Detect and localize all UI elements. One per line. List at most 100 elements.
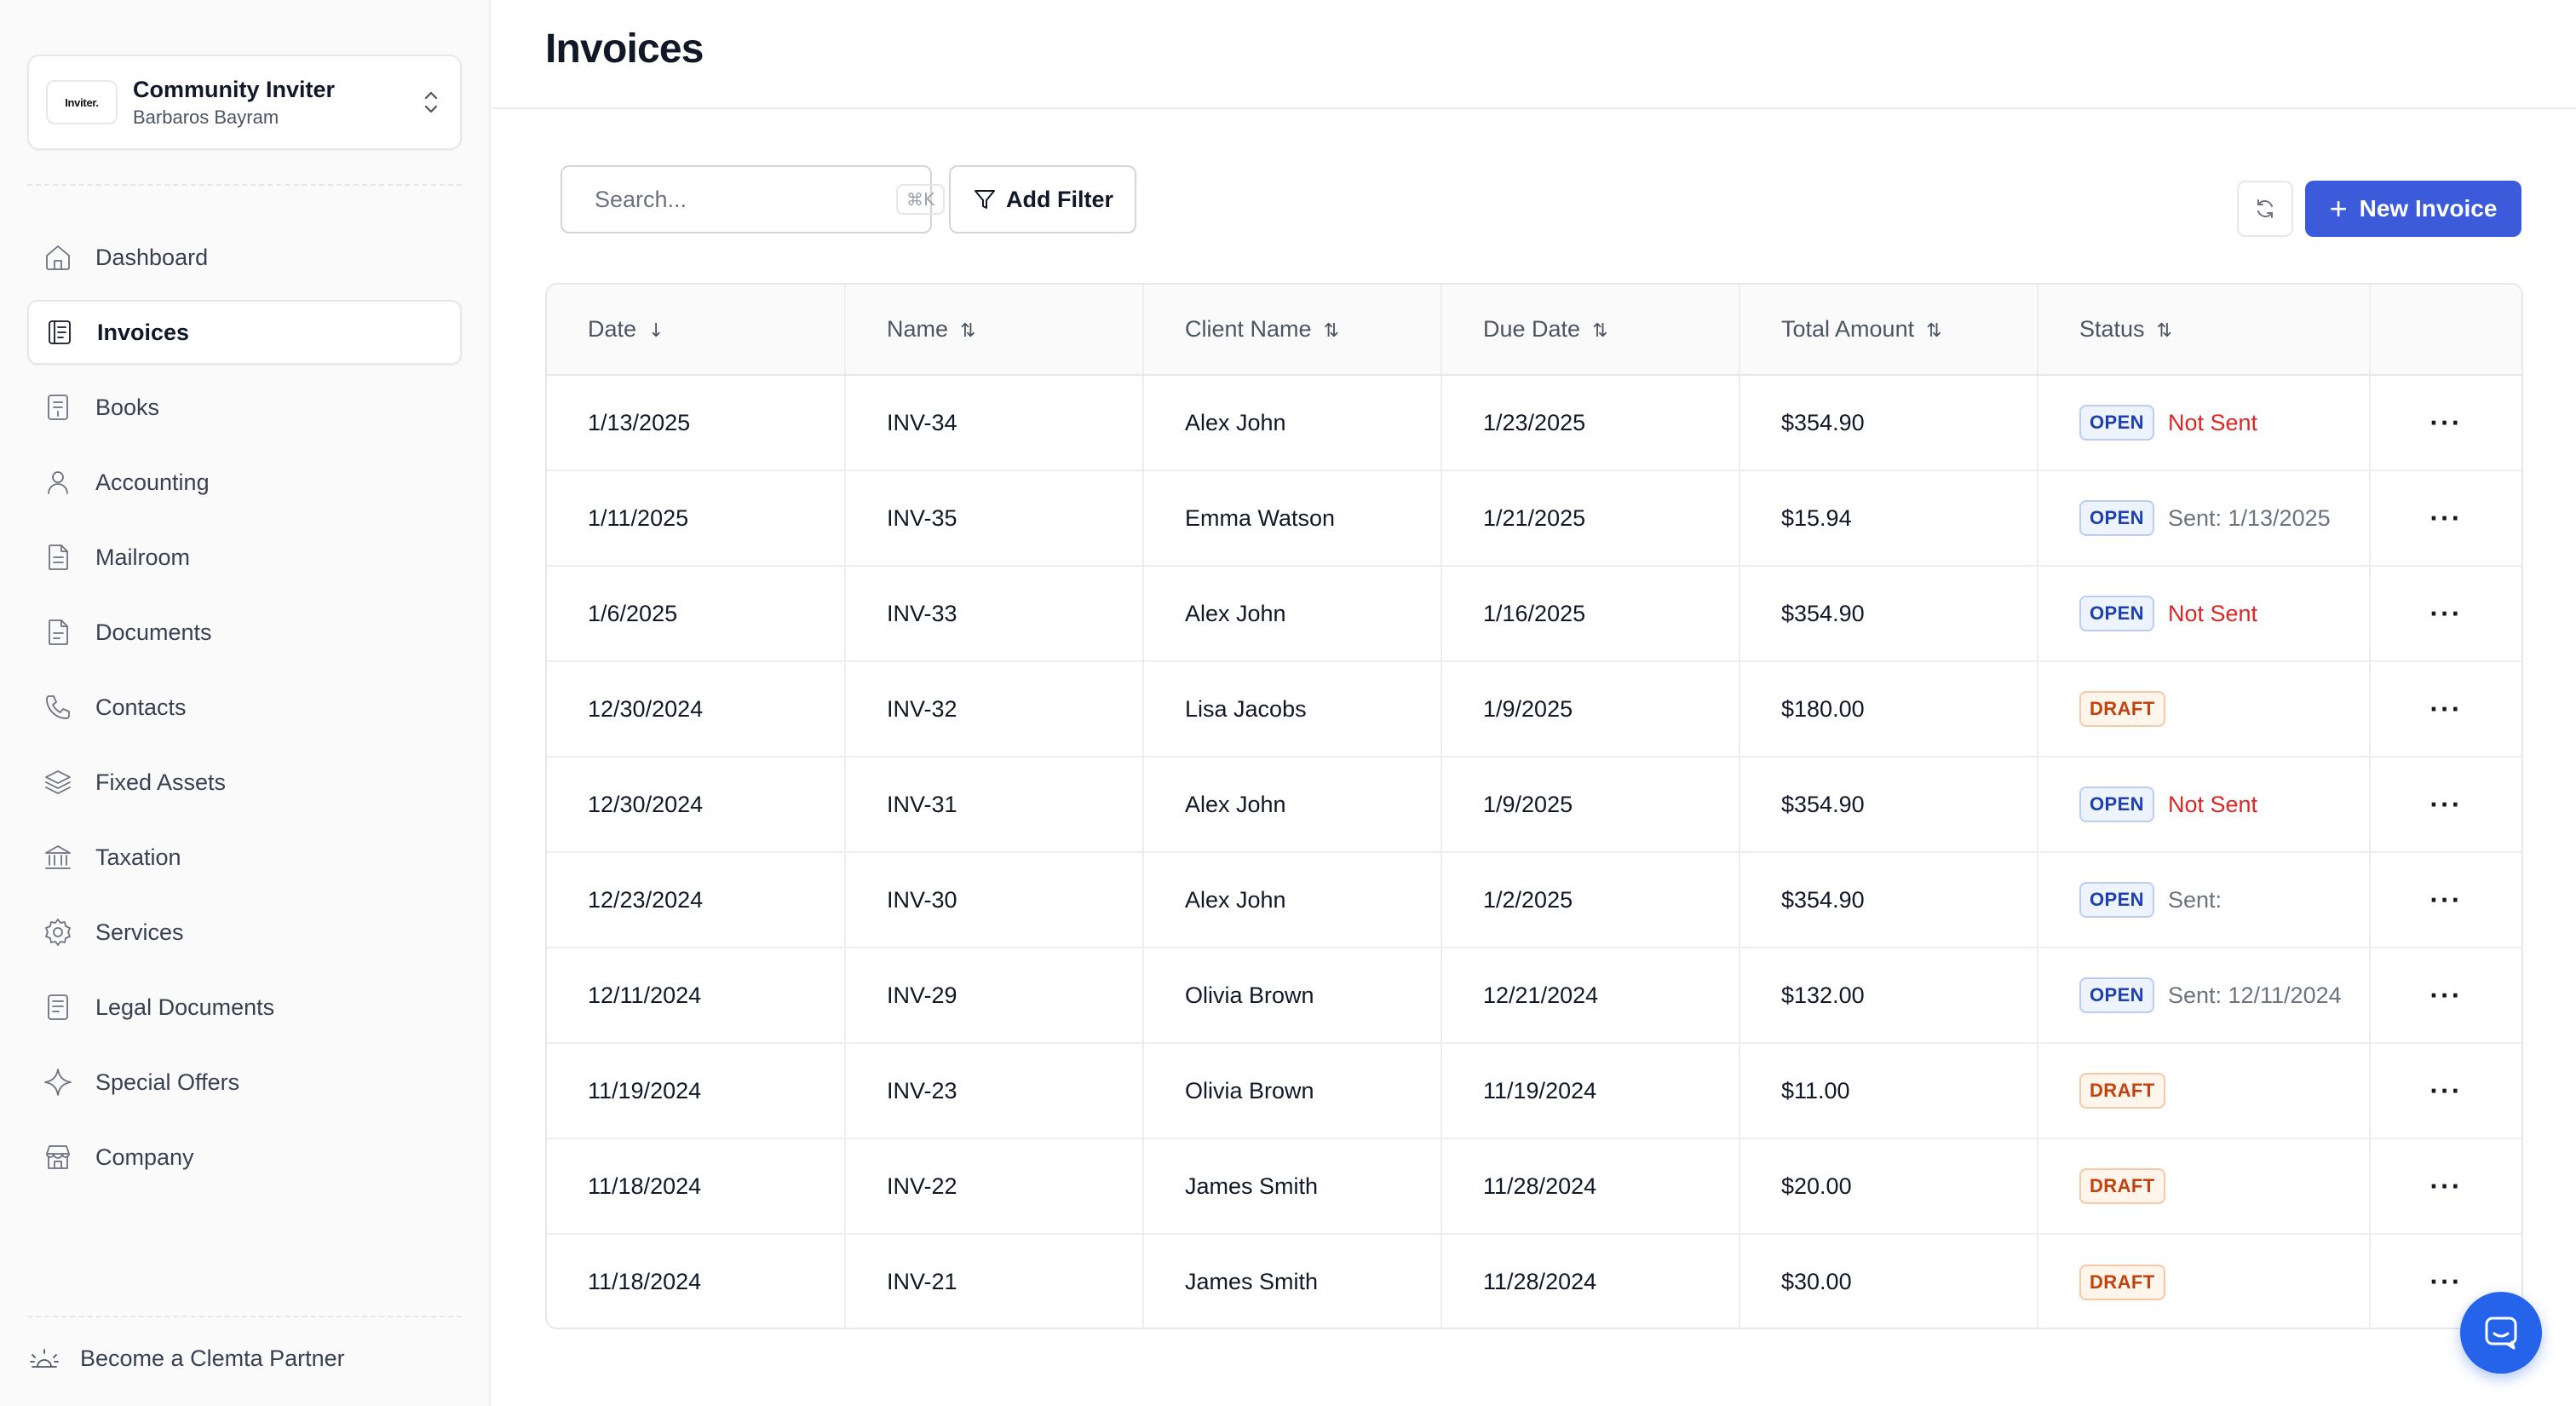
- sort-icon[interactable]: ↓: [648, 320, 664, 342]
- cell-due-date: 1/23/2025: [1441, 375, 1740, 471]
- column-header-status[interactable]: Status ⇅: [2038, 285, 2371, 376]
- cell-status: OPEN Not Sent: [2038, 566, 2371, 662]
- sidebar-item-taxation[interactable]: Taxation: [27, 825, 462, 890]
- sidebar-item-company[interactable]: Company: [27, 1125, 462, 1190]
- cell-client-name: James Smith: [1143, 1234, 1442, 1328]
- row-actions-button[interactable]: ···: [2370, 375, 2521, 471]
- search-box[interactable]: ⌘K: [561, 165, 946, 233]
- add-filter-button[interactable]: Add Filter: [949, 165, 1136, 233]
- row-actions-button[interactable]: ···: [2370, 566, 2521, 662]
- become-partner-link[interactable]: Become a Clemta Partner: [27, 1341, 345, 1375]
- cell-status: OPEN Not Sent: [2038, 375, 2371, 471]
- row-actions-button[interactable]: ···: [2370, 1043, 2521, 1139]
- org-logo: Inviter.: [46, 80, 118, 124]
- document-icon: [43, 617, 73, 648]
- column-header-total-amount[interactable]: Total Amount ⇅: [1739, 285, 2038, 376]
- sidebar-item-label: Documents: [95, 619, 212, 645]
- org-switcher[interactable]: Inviter. Community Inviter Barbaros Bayr…: [27, 55, 462, 150]
- new-invoice-button[interactable]: + New Invoice: [2305, 181, 2521, 237]
- row-actions-button[interactable]: ···: [2370, 852, 2521, 948]
- sidebar-item-special-offers[interactable]: Special Offers: [27, 1050, 462, 1115]
- cell-client-name: James Smith: [1143, 1138, 1442, 1235]
- column-header-label: Status: [2079, 316, 2145, 342]
- sidebar-item-fixed-assets[interactable]: Fixed Assets: [27, 750, 462, 815]
- sidebar-divider: [27, 1316, 462, 1317]
- sidebar-item-mailroom[interactable]: Mailroom: [27, 525, 462, 590]
- sidebar-item-documents[interactable]: Documents: [27, 600, 462, 665]
- row-actions-button[interactable]: ···: [2370, 1138, 2521, 1235]
- row-actions-button[interactable]: ···: [2370, 661, 2521, 758]
- search-shortcut: ⌘K: [896, 184, 946, 215]
- sidebar-item-legal-documents[interactable]: Legal Documents: [27, 975, 462, 1040]
- cell-client-name: Alex John: [1143, 852, 1442, 948]
- cell-total-amount: $354.90: [1739, 566, 2038, 662]
- cell-client-name: Olivia Brown: [1143, 948, 1442, 1044]
- cell-date: 12/11/2024: [547, 948, 846, 1044]
- cell-invoice-name: INV-29: [845, 948, 1144, 1044]
- sidebar-item-label: Dashboard: [95, 244, 209, 270]
- column-header-label: Client Name: [1185, 316, 1312, 342]
- add-filter-label: Add Filter: [1006, 186, 1113, 212]
- cell-invoice-name: INV-35: [845, 470, 1144, 567]
- cell-date: 11/18/2024: [547, 1234, 846, 1328]
- user-icon: [43, 467, 73, 498]
- sort-icon[interactable]: ⇅: [1592, 320, 1607, 342]
- chat-launcher-button[interactable]: [2460, 1292, 2542, 1374]
- table-row[interactable]: 12/11/2024 INV-29 Olivia Brown 12/21/2024 $1…: [547, 948, 2521, 1044]
- row-actions-button[interactable]: ···: [2370, 948, 2521, 1044]
- sort-icon[interactable]: ⇅: [960, 320, 975, 342]
- cell-status: DRAFT: [2038, 1138, 2371, 1235]
- table-row[interactable]: 11/18/2024 INV-21 James Smith 11/28/2024 $30…: [547, 1234, 2521, 1328]
- table-row[interactable]: 11/18/2024 INV-22 James Smith 11/28/2024 $20…: [547, 1138, 2521, 1235]
- sidebar-item-label: Special Offers: [95, 1069, 240, 1095]
- cell-due-date: 1/9/2025: [1441, 661, 1740, 758]
- sidebar-item-label: Fixed Assets: [95, 769, 227, 795]
- search-input[interactable]: [595, 186, 896, 213]
- refresh-button[interactable]: [2237, 181, 2293, 237]
- column-header-label: Name: [887, 316, 949, 342]
- cell-client-name: Lisa Jacobs: [1143, 661, 1442, 758]
- store-icon: [43, 1142, 73, 1173]
- sidebar-item-services[interactable]: Services: [27, 900, 462, 965]
- sidebar-item-books[interactable]: Books: [27, 375, 462, 440]
- table-row[interactable]: 1/13/2025 INV-34 Alex John 1/23/2025 $354.90…: [547, 375, 2521, 471]
- table-row[interactable]: 12/23/2024 INV-30 Alex John 1/2/2025 $354.90…: [547, 852, 2521, 948]
- sort-icon[interactable]: ⇅: [2157, 320, 2172, 342]
- layers-icon: [43, 767, 73, 798]
- cell-date: 12/30/2024: [547, 757, 846, 853]
- table-body: 1/13/2025 INV-34 Alex John 1/23/2025 $354.90…: [547, 375, 2521, 1328]
- cell-status: OPEN Sent: 12/11/2024: [2038, 948, 2371, 1044]
- sort-icon[interactable]: ⇅: [1926, 320, 1941, 342]
- sidebar-item-accounting[interactable]: Accounting: [27, 450, 462, 515]
- cell-date: 11/19/2024: [547, 1043, 846, 1139]
- cell-invoice-name: INV-34: [845, 375, 1144, 471]
- column-header-actions: [2370, 285, 2521, 376]
- column-header-label: Total Amount: [1781, 316, 1915, 342]
- table-row[interactable]: 11/19/2024 INV-23 Olivia Brown 11/19/2024 $1…: [547, 1043, 2521, 1139]
- sidebar-item-dashboard[interactable]: Dashboard: [27, 225, 462, 290]
- table-row[interactable]: 1/6/2025 INV-33 Alex John 1/16/2025 $354.90 O…: [547, 566, 2521, 662]
- sort-icon[interactable]: ⇅: [1324, 320, 1339, 342]
- status-badge: DRAFT: [2079, 1168, 2165, 1204]
- cell-client-name: Olivia Brown: [1143, 1043, 1442, 1139]
- cell-due-date: 1/9/2025: [1441, 757, 1740, 853]
- row-actions-button[interactable]: ···: [2370, 470, 2521, 567]
- table-row[interactable]: 12/30/2024 INV-32 Lisa Jacobs 1/9/2025 $180.…: [547, 661, 2521, 758]
- column-header-date[interactable]: Date ↓: [547, 285, 846, 376]
- status-badge: DRAFT: [2079, 1073, 2165, 1109]
- status-badge: DRAFT: [2079, 691, 2165, 727]
- sidebar-item-invoices[interactable]: Invoices: [27, 300, 462, 365]
- sidebar-item-contacts[interactable]: Contacts: [27, 675, 462, 740]
- sidebar-item-label: Invoices: [97, 319, 190, 345]
- row-actions-button[interactable]: ···: [2370, 757, 2521, 853]
- cell-status: OPEN Sent:: [2038, 852, 2371, 948]
- cell-invoice-name: INV-23: [845, 1043, 1144, 1139]
- cell-due-date: 1/21/2025: [1441, 470, 1740, 567]
- table-row[interactable]: 12/30/2024 INV-31 Alex John 1/9/2025 $354.90…: [547, 757, 2521, 853]
- table-header-row: Date ↓ Name ⇅ Client Name ⇅ Due Date ⇅ Total Amo…: [547, 285, 2521, 376]
- column-header-client-name[interactable]: Client Name ⇅: [1143, 285, 1442, 376]
- table-row[interactable]: 1/11/2025 INV-35 Emma Watson 1/21/2025 $15.9…: [547, 470, 2521, 567]
- column-header-name[interactable]: Name ⇅: [845, 285, 1144, 376]
- cell-status: DRAFT: [2038, 1234, 2371, 1328]
- column-header-due-date[interactable]: Due Date ⇅: [1441, 285, 1740, 376]
